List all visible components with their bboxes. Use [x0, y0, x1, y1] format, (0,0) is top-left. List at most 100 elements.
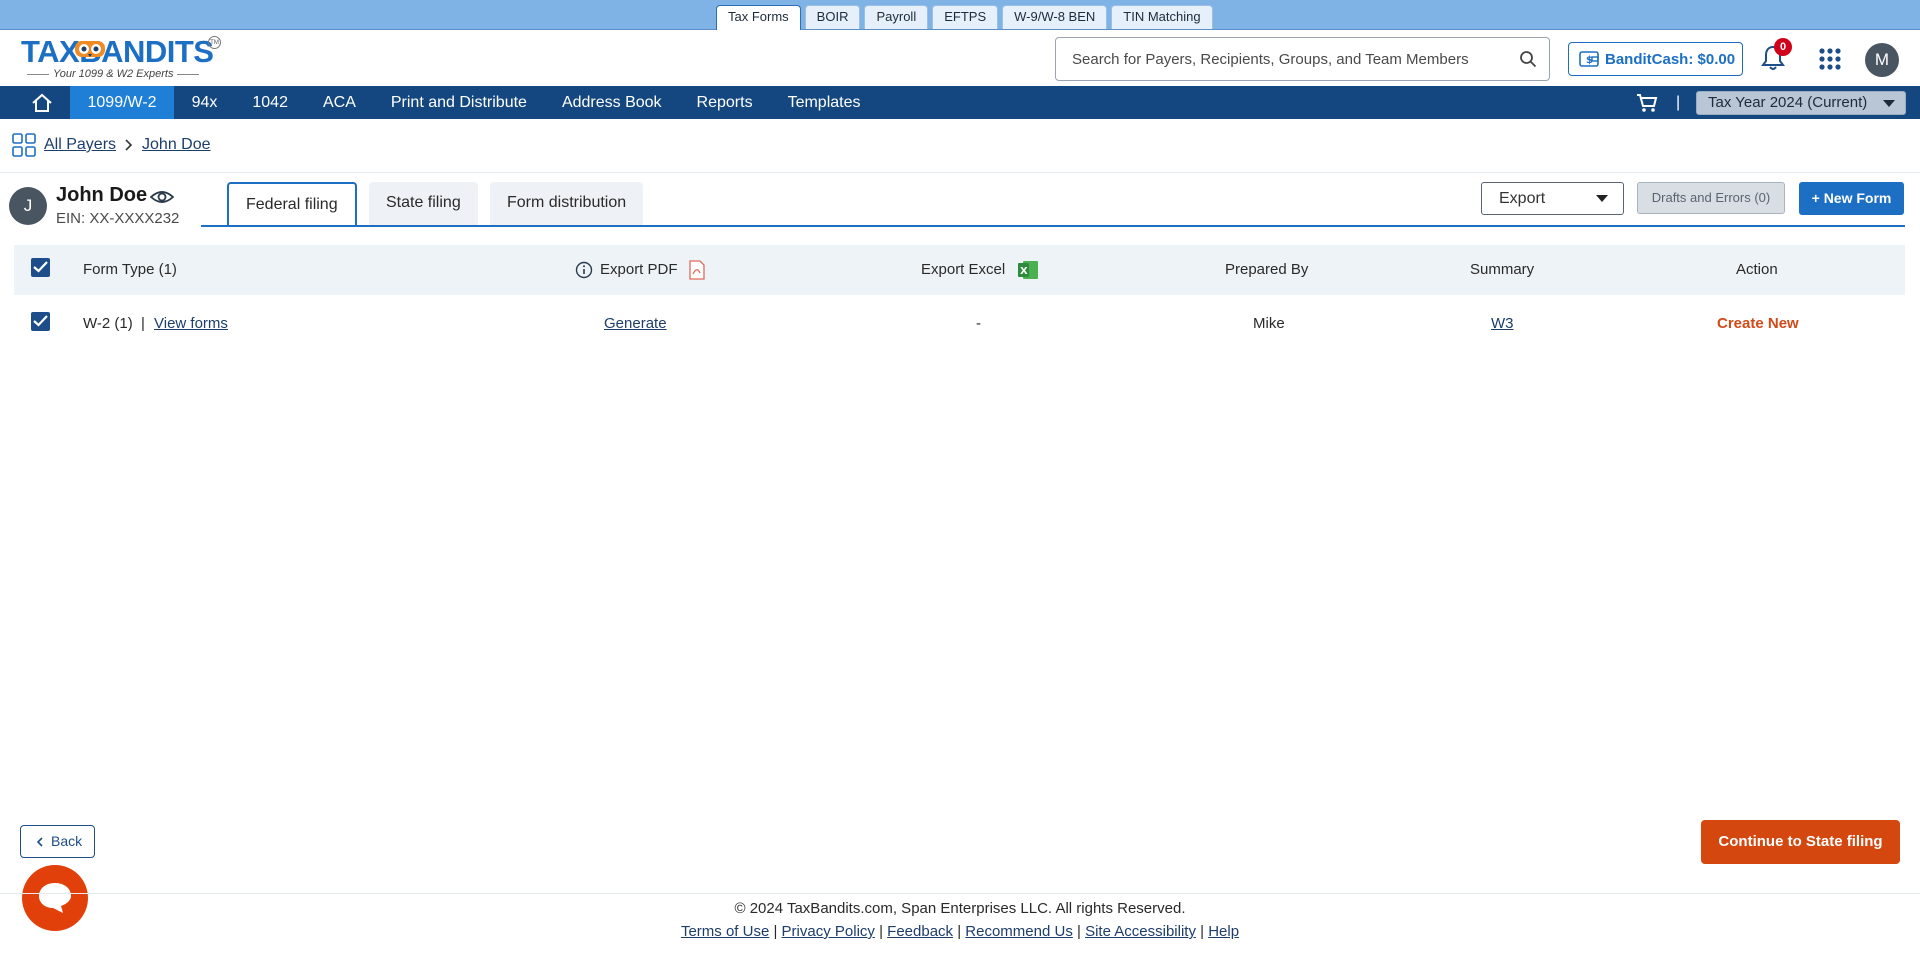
continue-to-state-filing-button[interactable]: Continue to State filing	[1701, 820, 1900, 864]
nav-item-print-distribute[interactable]: Print and Distribute	[373, 86, 544, 119]
logo-wordmark: TAXBANDITS	[21, 34, 214, 69]
drafts-and-errors-button[interactable]: Drafts and Errors (0)	[1637, 182, 1785, 214]
product-tab-tin-matching[interactable]: TIN Matching	[1111, 5, 1213, 29]
footer-link-feedback[interactable]: Feedback	[887, 923, 953, 940]
footer-link-privacy[interactable]: Privacy Policy	[782, 923, 875, 940]
footer-link-terms[interactable]: Terms of Use	[681, 923, 769, 940]
tab-form-distribution[interactable]: Form distribution	[490, 182, 644, 225]
tabs-underline	[201, 225, 1905, 227]
global-search	[1055, 37, 1550, 81]
tax-year-label: Tax Year 2024 (Current)	[1708, 94, 1868, 111]
back-button-label: Back	[51, 833, 83, 849]
export-dropdown-label: Export	[1499, 190, 1546, 207]
payer-avatar: J	[9, 187, 47, 225]
footer-separator: |	[1077, 923, 1081, 940]
app-header: TAXBANDITS TM Your 1099 & W2 Experts $ B…	[0, 30, 1920, 86]
trademark-mark: TM	[208, 36, 221, 49]
main-navigation: 1099/W-2 94x 1042 ACA Print and Distribu…	[0, 86, 1920, 119]
notifications-button[interactable]: 0	[1760, 38, 1792, 72]
nav-items: 1099/W-2 94x 1042 ACA Print and Distribu…	[70, 86, 878, 119]
home-icon	[32, 93, 52, 112]
view-forms-link[interactable]: View forms	[154, 315, 228, 332]
notification-count-badge: 0	[1774, 38, 1792, 56]
create-new-link[interactable]: Create New	[1717, 315, 1799, 332]
tax-year-dropdown[interactable]: Tax Year 2024 (Current)	[1696, 91, 1906, 115]
payer-ein: EIN: XX-XXXX232	[56, 210, 180, 227]
info-icon[interactable]	[575, 261, 593, 279]
header-export-pdf: Export PDF	[600, 261, 678, 278]
breadcrumb-current-payer[interactable]: John Doe	[142, 136, 211, 154]
user-avatar[interactable]: M	[1865, 43, 1899, 77]
export-excel-cell: -	[976, 315, 981, 332]
footer-separator: |	[879, 923, 883, 940]
checkmark-icon	[33, 315, 48, 327]
product-switcher-bar: Tax Forms BOIR Payroll EFTPS W-9/W-8 BEN…	[0, 0, 1920, 30]
chat-widget-button[interactable]	[22, 865, 88, 931]
dashboard-grid-icon[interactable]	[12, 133, 36, 157]
summary-w3-link[interactable]: W3	[1491, 315, 1514, 332]
product-tab-payroll[interactable]: Payroll	[864, 5, 929, 29]
export-dropdown[interactable]: Export	[1481, 182, 1624, 215]
nav-item-aca[interactable]: ACA	[305, 86, 373, 119]
caret-down-icon	[1596, 195, 1608, 202]
checkmark-icon	[33, 261, 48, 273]
bandit-cash-button[interactable]: $ BanditCash: $0.00	[1568, 42, 1743, 76]
chevron-left-icon	[37, 837, 43, 847]
header-form-type: Form Type (1)	[83, 261, 177, 278]
tab-federal-filing[interactable]: Federal filing	[227, 182, 357, 227]
tab-state-filing[interactable]: State filing	[369, 182, 478, 225]
product-tab-boir[interactable]: BOIR	[804, 5, 861, 29]
nav-item-1042[interactable]: 1042	[235, 86, 306, 119]
nav-item-reports[interactable]: Reports	[679, 86, 770, 119]
breadcrumb-all-payers[interactable]: All Payers	[44, 136, 116, 154]
nav-item-1099-w2[interactable]: 1099/W-2	[70, 86, 175, 119]
table-header-row: Form Type (1) Export PDF Export Excel X …	[14, 245, 1905, 295]
product-tab-tax-forms[interactable]: Tax Forms	[716, 5, 801, 30]
taxbandits-logo[interactable]: TAXBANDITS TM Your 1099 & W2 Experts	[21, 34, 221, 80]
back-button[interactable]: Back	[20, 825, 95, 858]
footer-link-help[interactable]: Help	[1208, 923, 1239, 940]
header-prepared-by: Prepared By	[1225, 261, 1309, 278]
prepared-by-cell: Mike	[1253, 315, 1285, 332]
form-type-cell: W-2 (1)	[83, 315, 133, 332]
product-tab-eftps[interactable]: EFTPS	[932, 5, 999, 29]
chevron-right-icon	[125, 139, 133, 151]
footer-separator: |	[773, 923, 778, 940]
header-action: Action	[1736, 261, 1778, 278]
caret-down-icon	[1883, 100, 1895, 107]
footer-link-accessibility[interactable]: Site Accessibility	[1085, 923, 1196, 940]
svg-text:X: X	[1020, 266, 1028, 277]
owl-logo-icon	[75, 41, 105, 57]
generate-pdf-link[interactable]: Generate	[604, 315, 667, 332]
wallet-icon: $	[1579, 51, 1599, 67]
footer-separator: |	[957, 923, 962, 940]
payer-name: John Doe	[56, 184, 148, 206]
nav-home[interactable]	[18, 86, 66, 119]
logo-tagline: Your 1099 & W2 Experts	[23, 68, 203, 80]
nav-separator: |	[1676, 94, 1681, 111]
select-all-checkbox[interactable]	[31, 258, 50, 277]
cell-separator: |	[141, 315, 145, 332]
nav-item-94x[interactable]: 94x	[174, 86, 235, 119]
pdf-file-icon	[689, 260, 705, 280]
breadcrumb: All Payers John Doe	[12, 133, 211, 157]
product-tab-w9-w8ben[interactable]: W-9/W-8 BEN	[1002, 5, 1108, 29]
divider	[0, 172, 1920, 173]
product-tabs: Tax Forms BOIR Payroll EFTPS W-9/W-8 BEN…	[716, 5, 1213, 30]
nav-item-templates[interactable]: Templates	[770, 86, 878, 119]
footer-links: Terms of Use | Privacy Policy | Feedback…	[0, 923, 1920, 940]
apps-grid-icon[interactable]	[1818, 47, 1842, 71]
nav-item-address-book[interactable]: Address Book	[544, 86, 679, 119]
new-form-button[interactable]: + New Form	[1799, 182, 1904, 215]
copyright-text: © 2024 TaxBandits.com, Span Enterprises …	[734, 900, 1186, 917]
search-icon[interactable]	[1519, 50, 1537, 68]
search-input[interactable]	[1072, 38, 1512, 80]
excel-file-icon: X	[1018, 261, 1038, 279]
cart-icon[interactable]	[1636, 92, 1658, 114]
header-export-excel: Export Excel	[921, 261, 1006, 278]
row-checkbox[interactable]	[31, 312, 50, 331]
eye-icon[interactable]	[150, 188, 174, 206]
header-summary: Summary	[1470, 261, 1535, 278]
footer-link-recommend[interactable]: Recommend Us	[965, 923, 1073, 940]
footer-separator: |	[1200, 923, 1205, 940]
